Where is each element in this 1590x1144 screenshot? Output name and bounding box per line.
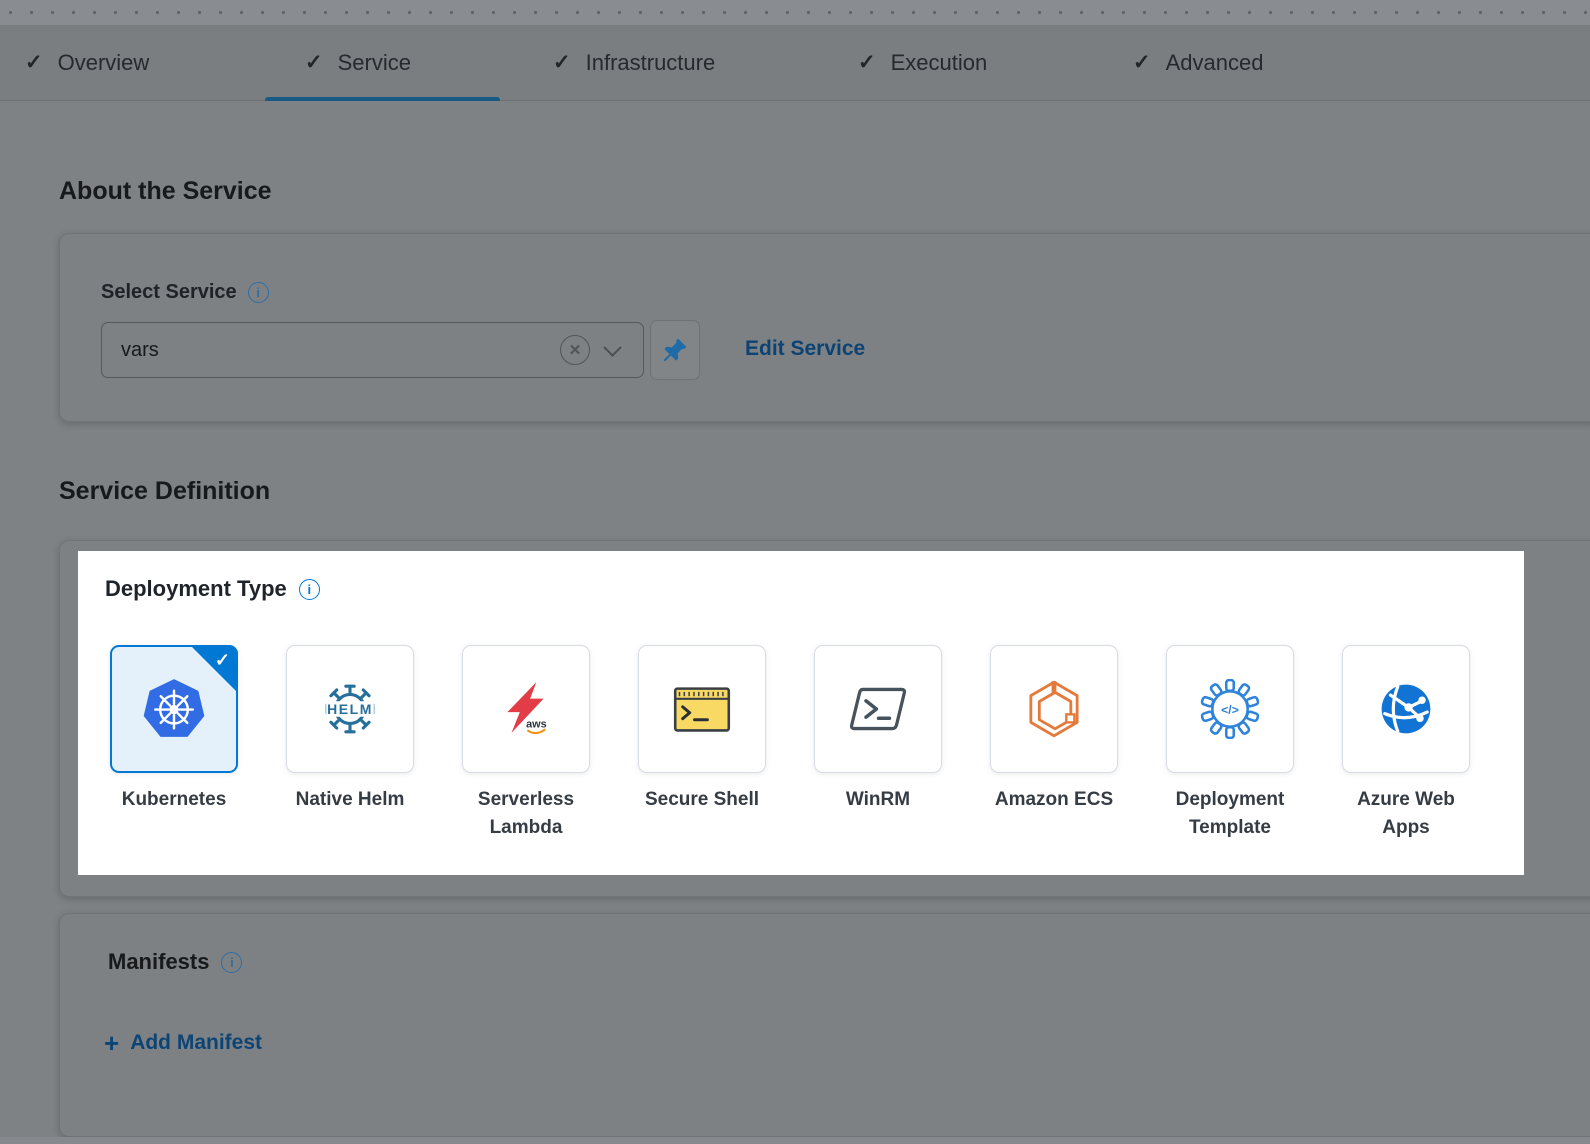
selected-check-icon: ✓	[215, 650, 230, 671]
deployment-type-secure-shell: Secure Shell	[614, 645, 790, 842]
active-tab-underline	[265, 97, 500, 101]
info-icon[interactable]: i	[299, 579, 320, 600]
service-select-value: vars	[121, 339, 560, 362]
tab-label: Infrastructure	[586, 50, 716, 76]
info-icon[interactable]: i	[248, 282, 269, 303]
helm-icon: HELM	[321, 680, 379, 738]
svg-text:aws: aws	[526, 719, 547, 731]
add-manifest-button[interactable]: + Add Manifest	[104, 1031, 262, 1055]
tab-label: Overview	[58, 50, 150, 76]
deployment-type-tiles: ✓ Kubernetes	[86, 645, 1494, 842]
pin-service-button[interactable]	[650, 320, 700, 380]
winrm-tile[interactable]	[814, 645, 942, 773]
manifests-heading-text: Manifests	[108, 949, 209, 975]
tile-label: Native Helm	[296, 786, 405, 814]
svg-text:HELM: HELM	[327, 701, 373, 717]
azure-web-apps-tile[interactable]	[1342, 645, 1470, 773]
powershell-icon	[847, 684, 909, 734]
native-helm-tile[interactable]: HELM	[286, 645, 414, 773]
plus-icon: +	[104, 1033, 119, 1053]
tile-label: Serverless Lambda	[458, 786, 594, 842]
gear-code-icon: </>	[1200, 679, 1260, 739]
deployment-type-winrm: WinRM	[790, 645, 966, 842]
stage-tab-bar: ✓ Overview ✓ Service ✓ Infrastructure ✓ …	[0, 25, 1590, 101]
clear-icon[interactable]: ✕	[560, 335, 590, 365]
serverless-lambda-tile[interactable]: aws	[462, 645, 590, 773]
bottom-strip	[0, 1137, 1590, 1144]
manifests-card	[59, 913, 1590, 1137]
tile-label: Kubernetes	[122, 786, 227, 814]
tab-advanced[interactable]: ✓ Advanced	[1133, 25, 1263, 100]
deployment-type-kubernetes: ✓ Kubernetes	[86, 645, 262, 842]
check-icon: ✓	[305, 50, 323, 75]
deployment-type-amazon-ecs: Amazon ECS	[966, 645, 1142, 842]
tile-label: Deployment Template	[1162, 786, 1298, 842]
svg-text:</>: </>	[1221, 703, 1239, 717]
serverless-aws-icon: aws	[497, 680, 555, 738]
ecs-hexagon-icon	[1024, 679, 1084, 739]
select-service-label: Select Service i	[101, 281, 269, 304]
azure-globe-icon	[1377, 680, 1435, 738]
tile-label: Amazon ECS	[995, 786, 1113, 814]
add-manifest-label: Add Manifest	[130, 1031, 262, 1055]
tab-label: Execution	[891, 50, 988, 76]
tab-service[interactable]: ✓ Service	[305, 25, 411, 100]
tile-label: WinRM	[846, 786, 910, 814]
service-definition-heading: Service Definition	[59, 477, 270, 506]
tab-overview[interactable]: ✓ Overview	[25, 25, 149, 100]
tab-infrastructure[interactable]: ✓ Infrastructure	[553, 25, 715, 100]
secure-shell-tile[interactable]	[638, 645, 766, 773]
check-icon: ✓	[25, 50, 43, 75]
pin-icon	[661, 336, 689, 364]
amazon-ecs-tile[interactable]	[990, 645, 1118, 773]
deployment-type-serverless-lambda: aws Serverless Lambda	[438, 645, 614, 842]
chevron-down-icon[interactable]	[603, 338, 621, 356]
tile-label: Secure Shell	[645, 786, 759, 814]
deployment-type-label: Deployment Type	[105, 576, 287, 602]
about-service-heading: About the Service	[59, 177, 272, 206]
edit-service-link[interactable]: Edit Service	[745, 337, 865, 361]
tab-label: Advanced	[1166, 50, 1264, 76]
deployment-template-tile[interactable]: </>	[1166, 645, 1294, 773]
tab-execution[interactable]: ✓ Execution	[858, 25, 987, 100]
tab-label: Service	[338, 50, 411, 76]
select-service-label-text: Select Service	[101, 281, 237, 304]
deployment-type-azure-web-apps: Azure Web Apps	[1318, 645, 1494, 842]
info-icon[interactable]: i	[221, 952, 242, 973]
pipeline-canvas-strip	[0, 0, 1590, 25]
check-icon: ✓	[1133, 50, 1151, 75]
deployment-type-native-helm: HELM Native Helm	[262, 645, 438, 842]
terminal-icon	[672, 683, 732, 735]
service-select-input[interactable]: vars ✕	[101, 322, 644, 378]
check-icon: ✓	[553, 50, 571, 75]
deployment-type-spotlight: Deployment Type i	[78, 551, 1524, 875]
tile-label: Azure Web Apps	[1338, 786, 1474, 842]
kubernetes-tile[interactable]: ✓	[110, 645, 238, 773]
check-icon: ✓	[858, 50, 876, 75]
deployment-type-deployment-template: </> Deployment Template	[1142, 645, 1318, 842]
deployment-type-header: Deployment Type i	[105, 576, 320, 602]
manifests-heading: Manifests i	[108, 949, 242, 975]
